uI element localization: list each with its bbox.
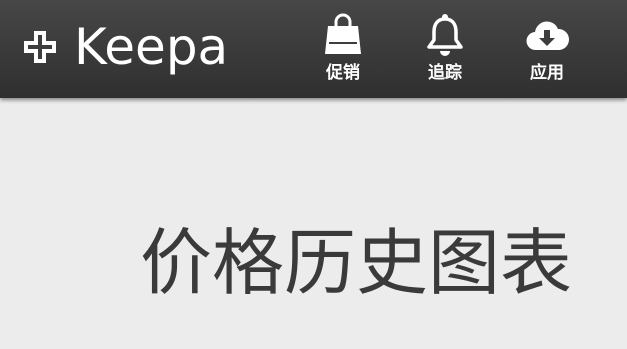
- keepa-logo-link[interactable]: Keepa: [22, 14, 228, 80]
- nav-item-apps[interactable]: 应用: [496, 0, 598, 98]
- page-title: 价格历史图表: [140, 221, 573, 305]
- nav-label-deals: 促销: [326, 63, 360, 83]
- plus-cross-icon: [24, 31, 56, 63]
- top-navigation-bar: Keepa 促销 追踪 应用: [0, 0, 627, 98]
- nav-label-apps: 应用: [530, 63, 564, 83]
- nav-item-deals[interactable]: 促销: [292, 0, 394, 98]
- cloud-download-icon: [526, 21, 570, 51]
- nav-label-data: D: [598, 62, 627, 84]
- shopping-bag-icon: [325, 13, 361, 54]
- brand-name: Keepa: [74, 18, 229, 76]
- nav-item-data[interactable]: D: [598, 0, 627, 98]
- nav-item-tracking[interactable]: 追踪: [394, 0, 496, 98]
- main-nav: 促销 追踪 应用 D: [292, 0, 627, 98]
- bell-icon: [427, 14, 463, 56]
- nav-label-tracking: 追踪: [428, 63, 462, 83]
